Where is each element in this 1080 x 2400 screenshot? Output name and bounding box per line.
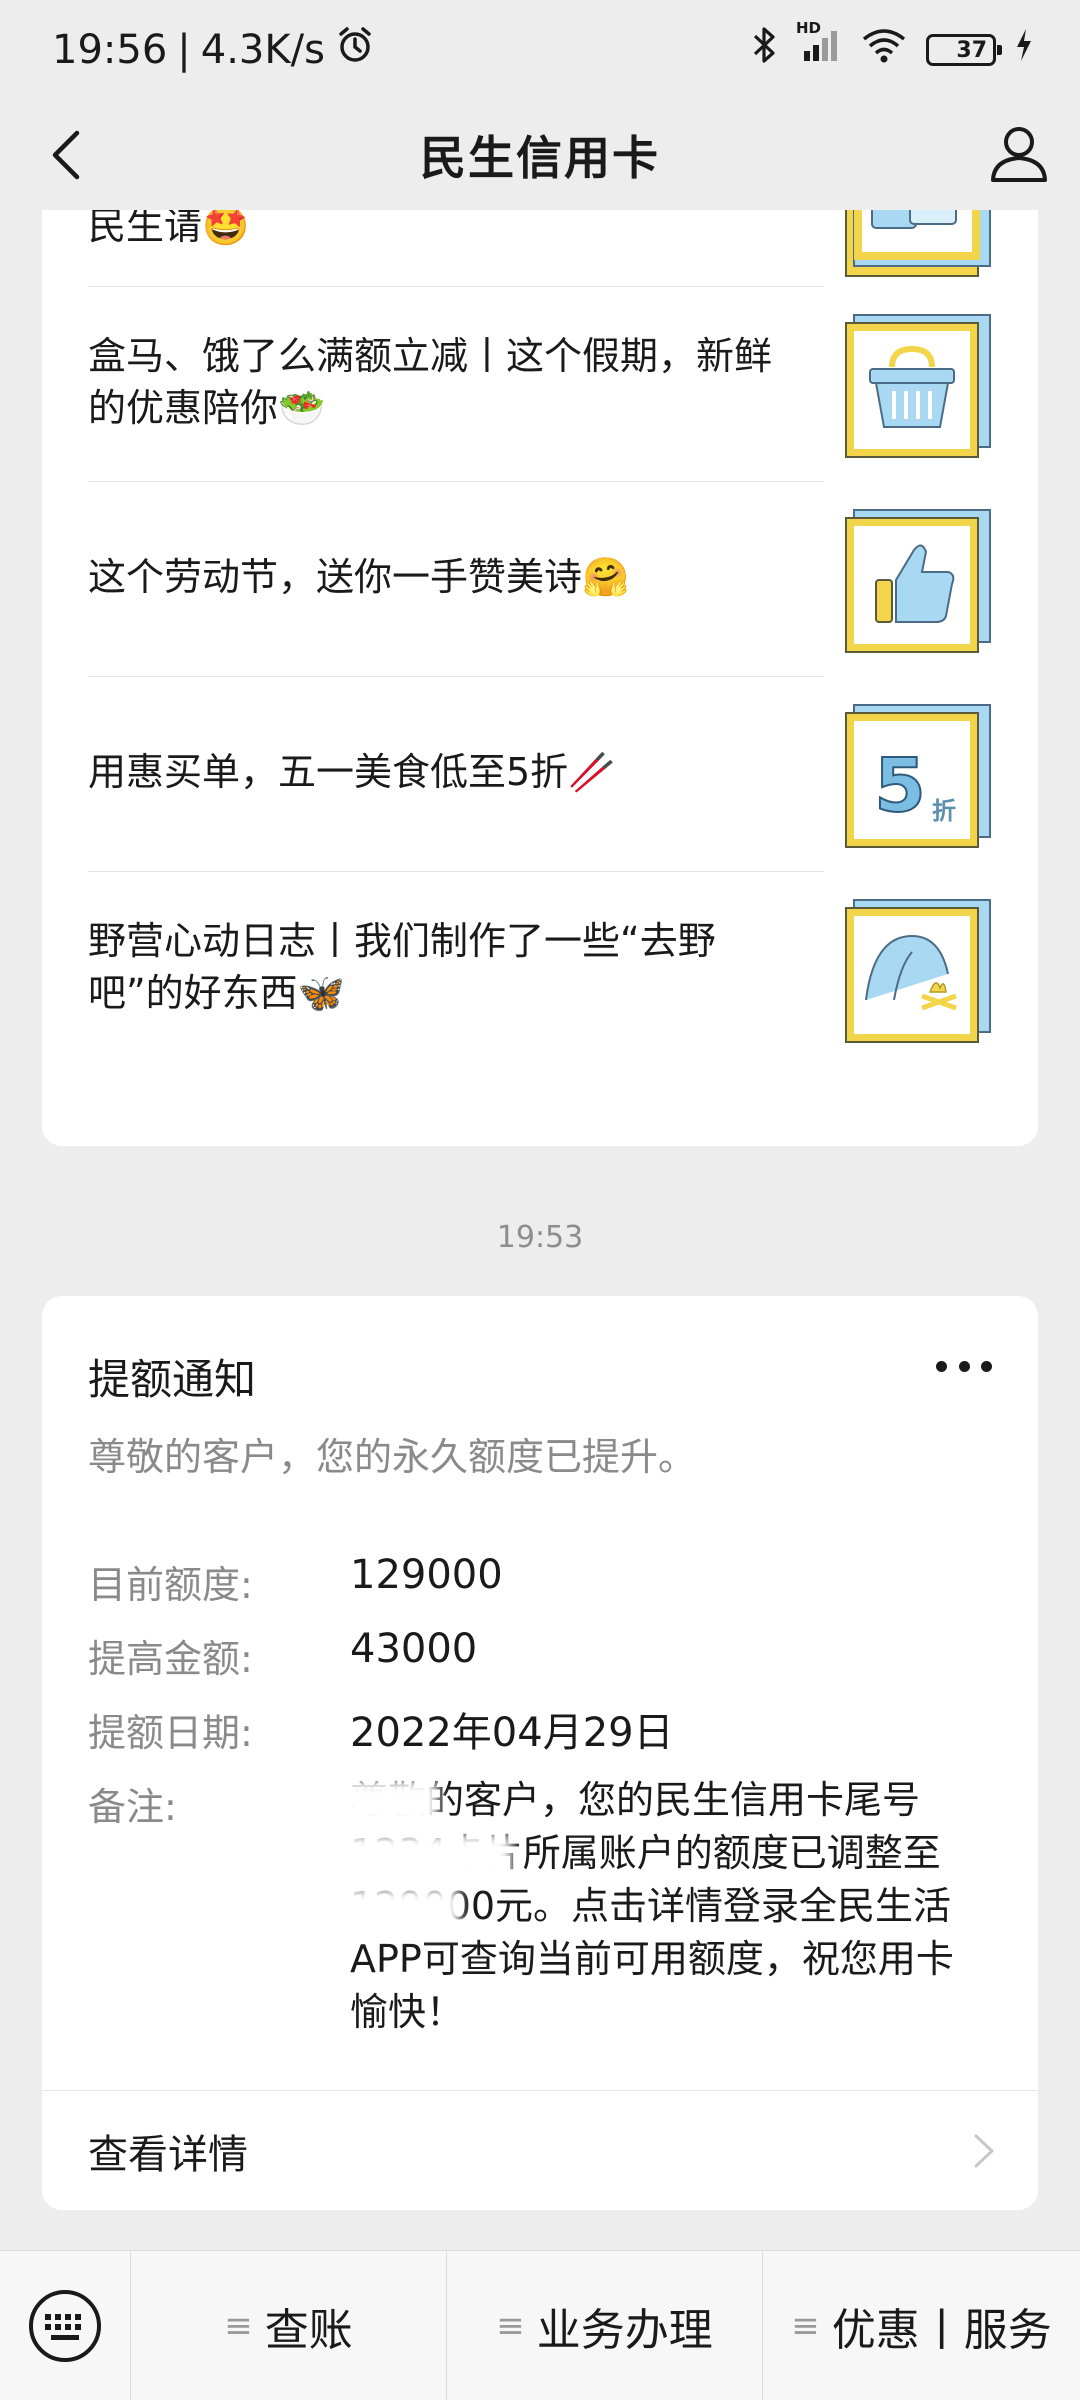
discount-zhe-label: 折: [932, 797, 956, 825]
status-time: 19:56: [52, 27, 168, 73]
bluetooth-icon: [752, 25, 778, 75]
menu-item-label: 业务办理: [536, 2304, 713, 2356]
discount-five-icon: 5 折: [844, 701, 992, 849]
article-item[interactable]: 用惠买单，五一美食低至5折🥢 5 折: [88, 677, 992, 872]
redaction-mask: [342, 1888, 460, 1934]
discount-five-label: 5: [874, 743, 926, 829]
menu-item-bill[interactable]: ≡ 查账: [130, 2250, 446, 2400]
article-title: 用惠买单，五一美食低至5折🥢: [88, 750, 616, 794]
battery-icon: 37: [926, 34, 1002, 66]
view-details-link[interactable]: 查看详情: [88, 2122, 248, 2180]
charging-icon: [1014, 27, 1034, 73]
status-net-speed: 4.3K/s: [200, 27, 325, 73]
redaction-mask: [342, 1780, 438, 1826]
article-item[interactable]: 盒马、饿了么满额立减丨这个假期，新鲜的优惠陪你🥗: [88, 287, 992, 482]
signal-icon: HD: [796, 19, 842, 75]
menu-item-label: 查账: [264, 2304, 353, 2356]
limit-increase-card[interactable]: 提额通知 尊敬的客户，您的永久额度已提升。 目前额度: 129000 提高金额:…: [42, 1296, 1038, 2210]
field-label: 提高金额:: [88, 1637, 253, 1681]
keyboard-icon: [29, 2289, 101, 2362]
increase-amount-value: 43000: [350, 1626, 478, 1672]
menu-item-label: 优惠丨服务: [831, 2304, 1052, 2356]
divider: [42, 2090, 1038, 2091]
back-button[interactable]: [34, 122, 100, 188]
signal-hd-label: HD: [796, 19, 822, 37]
redaction-mask: [342, 1834, 512, 1880]
article-list-card: 春日里的买一赠一快乐丨第二杯星巴克，民生请🤩 盒马、饿了么满额立减丨这个假期，新…: [42, 130, 1038, 1146]
field-label: 提额日期:: [88, 1711, 253, 1755]
more-options-button[interactable]: [936, 1354, 992, 1378]
more-dot: [981, 1360, 992, 1372]
status-bar: 19:56 | 4.3K/s HD 37: [0, 0, 1080, 100]
article-title: 盒马、饿了么满额立减丨这个假期，新鲜的优惠陪你🥗: [88, 334, 773, 430]
user-icon: [991, 127, 1047, 182]
status-left: 19:56 | 4.3K/s: [52, 25, 375, 75]
keyboard-toggle-button[interactable]: [0, 2251, 130, 2400]
menu-item-offers[interactable]: ≡ 优惠丨服务: [762, 2250, 1080, 2400]
page-title: 民生信用卡: [420, 131, 660, 185]
alarm-icon: [335, 25, 375, 75]
menu-item-business[interactable]: ≡ 业务办理: [446, 2250, 762, 2400]
message-timestamp: 19:53: [496, 1220, 584, 1255]
wifi-icon: [860, 25, 908, 75]
notice-subtitle: 尊敬的客户，您的永久额度已提升。: [88, 1435, 697, 1479]
article-title: 野营心动日志丨我们制作了一些“去野吧”的好东西🦋: [88, 919, 716, 1015]
article-title: 这个劳动节，送你一手赞美诗🤗: [88, 555, 630, 599]
status-separator: |: [177, 27, 191, 73]
field-label: 目前额度:: [88, 1563, 253, 1607]
menu-lines-icon: ≡: [496, 2305, 525, 2346]
current-limit-value: 129000: [350, 1552, 503, 1598]
notice-title: 提额通知: [88, 1355, 257, 1404]
shopping-basket-icon: [844, 311, 992, 459]
increase-date-value: 2022年04月29日: [350, 1710, 674, 1756]
status-right: HD 37: [752, 19, 1034, 75]
chevron-right-icon: [964, 2126, 1004, 2176]
menu-lines-icon: ≡: [224, 2305, 253, 2346]
profile-button[interactable]: [984, 118, 1054, 188]
thumbs-up-icon: [844, 506, 992, 654]
article-item[interactable]: 这个劳动节，送你一手赞美诗🤗: [88, 482, 992, 677]
chevron-left-icon: [52, 130, 80, 180]
more-dot: [958, 1360, 970, 1372]
tent-icon: [844, 896, 992, 1044]
more-dots-icon: [936, 1360, 947, 1372]
remark-label: 备注:: [88, 1785, 177, 1829]
bottom-menu-bar: ≡ 查账 ≡ 业务办理 ≡ 优惠丨服务: [0, 2250, 1080, 2400]
nav-bar: 民生信用卡: [0, 100, 1080, 210]
battery-level: 37: [956, 37, 988, 63]
article-item[interactable]: 野营心动日志丨我们制作了一些“去野吧”的好东西🦋: [88, 872, 992, 1067]
menu-lines-icon: ≡: [791, 2305, 820, 2346]
